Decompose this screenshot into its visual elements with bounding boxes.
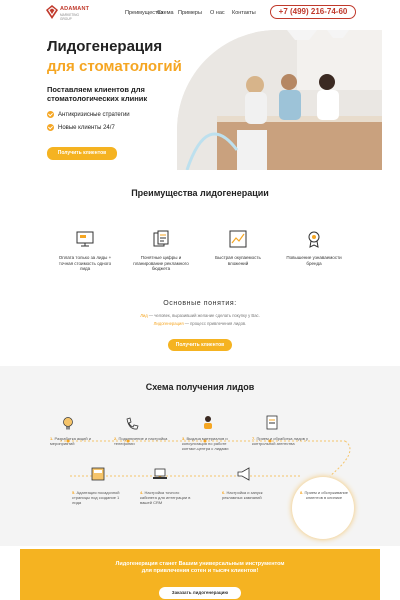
concept-lead: Лид — человек, выразивший желание сделат…	[140, 313, 260, 318]
scheme-step: 2. Подключение и настройка телефонии	[114, 436, 168, 446]
concept-leadgen: Лидогенерация — процесс привлечения лидо…	[153, 321, 247, 326]
scheme-step: 4. Настройка точного кабинета для интегр…	[140, 490, 191, 505]
operator-icon	[204, 416, 212, 429]
advantage-text: Быстрая окупаемость вложений	[215, 255, 261, 266]
advantages-title: Преимущества лидогенерации	[131, 188, 269, 198]
phone-button[interactable]: +7 (499) 216-74-60	[270, 5, 356, 19]
badge-icon	[308, 231, 320, 248]
hero-photo	[177, 30, 382, 170]
phone-icon	[126, 417, 139, 430]
scheme-step: 3. Выдача материалов и консультация по р…	[182, 436, 229, 451]
cta-text: Лидогенерация станет Вашим универсальным…	[115, 561, 285, 574]
lightbulb-icon	[63, 417, 73, 430]
logo-subtitle: MARKETING GROUP	[60, 13, 79, 21]
logo[interactable]: ADAMANT MARKETING GROUP	[46, 5, 90, 21]
order-leadgen-button[interactable]: Заказать лидогенерацию	[159, 587, 241, 599]
advantage-text: Понятные цифры и планирование рекламного…	[133, 255, 189, 271]
logo-name: ADAMANT	[60, 6, 90, 12]
logo-icon	[46, 5, 58, 19]
scheme-step: 6. Настройка и запуск рекламных кампаний	[222, 490, 263, 500]
hero-bullet: Антикризисные стратегии	[47, 111, 130, 118]
advantage-text: Повышение узнаваемости бренда	[286, 255, 342, 266]
chart-icon	[229, 230, 247, 248]
advantage-text: Оплата только за лиды + точная стоимость…	[58, 255, 112, 271]
hero-title-accent: для стоматологий	[47, 58, 182, 75]
check-icon	[47, 111, 54, 118]
scheme-step: 5. Адаптация посадочной страницы под соз…	[72, 490, 120, 505]
concepts-title: Основные понятия:	[163, 300, 237, 307]
nav-item-about[interactable]: О нас	[210, 10, 225, 16]
documents-icon	[153, 230, 169, 247]
check-icon	[47, 124, 54, 131]
nav-item-scheme[interactable]: Схема	[157, 10, 174, 16]
scheme-step: 1. Разработка акций и мероприятий	[50, 436, 91, 446]
monitor-icon	[76, 231, 94, 247]
megaphone-icon	[237, 467, 250, 481]
final-step-text: 8. Прием и обслуживание клиентов в клини…	[300, 490, 348, 500]
cta-banner: Лидогенерация станет Вашим универсальным…	[20, 549, 380, 600]
get-clients-button[interactable]: Получить клиентов	[47, 147, 117, 160]
nav-item-contacts[interactable]: Контакты	[232, 10, 256, 16]
calculator-icon	[91, 467, 105, 481]
site-header: ADAMANT MARKETING GROUP Преимущества Схе…	[0, 0, 400, 26]
nav-item-examples[interactable]: Примеры	[178, 10, 202, 16]
final-step-circle	[292, 477, 354, 539]
laptop-icon	[153, 468, 167, 479]
scheme-step: 7. Прием и обработка лидов у контрольной…	[252, 436, 308, 446]
get-clients-button-2[interactable]: Получить клиентов	[168, 339, 232, 351]
clinic-reception-image	[177, 30, 382, 170]
hero-title: Лидогенерация	[47, 38, 163, 55]
clipboard-icon	[266, 415, 278, 430]
hero-bullet: Новые клиенты 24/7	[47, 124, 115, 131]
hero-subtitle: Поставляем клиентов для стоматологически…	[47, 85, 148, 103]
